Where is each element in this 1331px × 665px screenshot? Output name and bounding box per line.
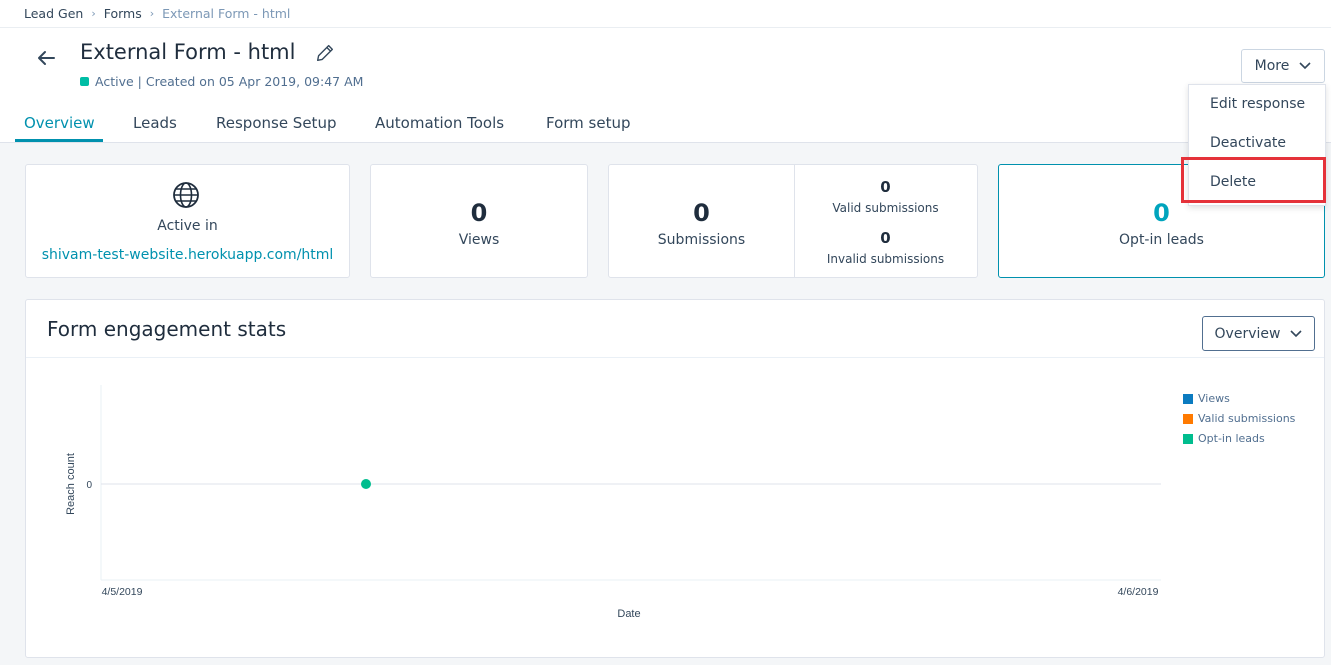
status-indicator-icon (80, 77, 89, 86)
status-line: Active | Created on 05 Apr 2019, 09:47 A… (80, 74, 363, 89)
valid-submissions-label: Valid submissions (832, 201, 939, 215)
submissions-summary: 0 Submissions (609, 165, 794, 277)
tab-form-setup[interactable]: Form setup (546, 114, 631, 132)
views-label: Views (458, 232, 500, 248)
submissions-count: 0 (693, 199, 710, 227)
invalid-submissions-label: Invalid submissions (826, 252, 945, 266)
submissions-label: Submissions (657, 232, 746, 248)
legend-label-valid-submissions: Valid submissions (1198, 412, 1296, 425)
breadcrumb-separator: › (149, 7, 155, 20)
website-link[interactable]: shivam-test-website.herokuapp.com/html (26, 247, 349, 263)
active-in-label: Active in (157, 218, 218, 234)
tab-response-setup[interactable]: Response Setup (216, 114, 336, 132)
y-axis-title: Reach count (65, 453, 77, 515)
legend-swatch-optin-leads (1183, 433, 1193, 444)
page-title: External Form - html (80, 40, 296, 64)
active-in-card: Active in shivam-test-website.herokuapp.… (25, 164, 350, 278)
legend-label-views: Views (1198, 392, 1230, 405)
legend-item-views[interactable]: Views (1183, 392, 1230, 405)
data-points (361, 479, 371, 489)
engagement-stats-panel: Form engagement stats Overview 0 4/5/201… (25, 299, 1325, 658)
valid-submissions-count: 0 (880, 178, 891, 196)
legend-item-optin-leads[interactable]: Opt-in leads (1183, 432, 1265, 445)
legend-label-optin-leads: Opt-in leads (1198, 432, 1265, 445)
data-point[interactable] (361, 479, 371, 489)
x-axis-title: Date (617, 608, 640, 620)
delete-highlight-box (1181, 157, 1326, 203)
x-tick-label-start: 4/5/2019 (102, 586, 143, 598)
legend-swatch-valid-submissions (1183, 413, 1193, 424)
y-tick-label: 0 (86, 480, 92, 491)
breadcrumb: Lead Gen › Forms › External Form - html (0, 0, 1331, 28)
status-text: Active (95, 74, 134, 89)
more-label: More (1254, 58, 1290, 74)
views-count: 0 (470, 199, 488, 227)
tab-overview[interactable]: Overview (24, 114, 95, 132)
x-tick-label-end: 4/6/2019 (1118, 586, 1159, 598)
page-header: External Form - html Active | Created on… (0, 28, 1331, 100)
submissions-card: 0 Submissions 0 Valid submissions 0 Inva… (608, 164, 978, 278)
legend-item-valid-submissions[interactable]: Valid submissions (1183, 412, 1295, 425)
invalid-submissions-count: 0 (880, 229, 891, 247)
views-card: 0 Views (370, 164, 588, 278)
active-tab-indicator (15, 139, 103, 142)
breadcrumb-separator: › (91, 7, 96, 20)
menu-item-deactivate[interactable]: Deactivate (1210, 135, 1286, 151)
created-date: | Created on 05 Apr 2019, 09:47 AM (137, 74, 364, 89)
edit-pencil-icon[interactable] (314, 42, 336, 64)
engagement-chart: 0 4/5/2019 4/6/2019 Date Reach count (65, 385, 1161, 620)
legend-swatch-views (1183, 393, 1193, 404)
tab-leads[interactable]: Leads (133, 114, 177, 132)
more-button[interactable]: More (1241, 49, 1325, 83)
breadcrumb-forms[interactable]: Forms (104, 6, 142, 21)
globe-icon (173, 182, 199, 208)
breadcrumb-lead-gen[interactable]: Lead Gen (24, 6, 83, 21)
tab-automation-tools[interactable]: Automation Tools (375, 114, 504, 132)
menu-item-edit-response[interactable]: Edit response (1210, 96, 1305, 112)
chevron-down-icon (1299, 62, 1311, 70)
breadcrumb-current: External Form - html (162, 6, 291, 21)
optin-leads-label: Opt-in leads (1119, 232, 1204, 248)
tab-bar: Overview Leads Response Setup Automation… (0, 100, 1331, 143)
back-arrow-icon[interactable] (34, 46, 58, 70)
